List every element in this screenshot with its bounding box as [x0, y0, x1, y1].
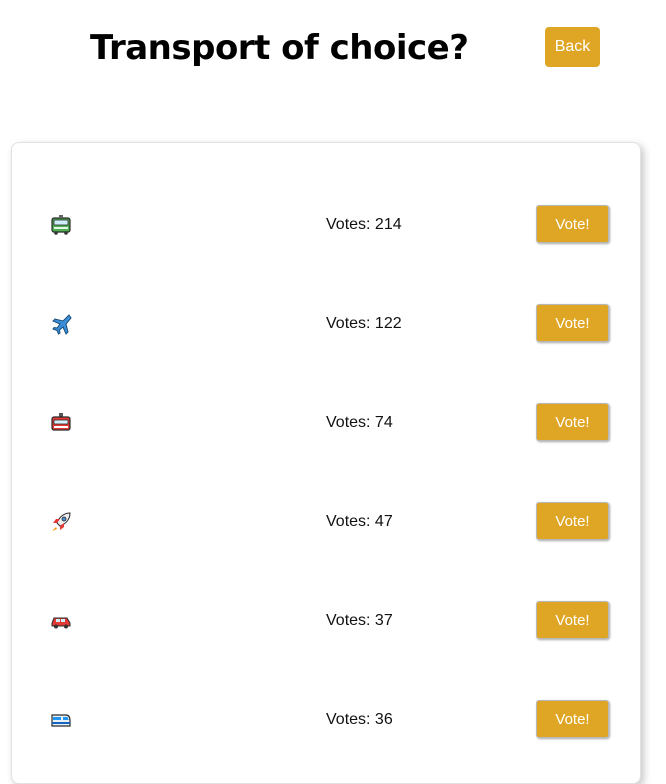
vote-button[interactable]: Vote!: [536, 502, 609, 540]
car-icon: [49, 609, 73, 633]
vote-button[interactable]: Vote!: [536, 205, 609, 243]
bus-icon: [49, 213, 73, 237]
rocket-icon: [49, 510, 73, 534]
page-title: Transport of choice?: [90, 28, 469, 68]
tram-car-icon: [49, 411, 73, 435]
option-row: Votes: 47 Vote!: [12, 454, 640, 553]
vote-count: Votes: 122: [326, 315, 402, 332]
airplane-icon: [49, 312, 73, 336]
vote-count: Votes: 214: [326, 216, 402, 233]
vote-count: Votes: 36: [326, 711, 393, 728]
option-row: Votes: 37 Vote!: [12, 553, 640, 652]
back-button[interactable]: Back: [545, 27, 600, 67]
vote-count: Votes: 74: [326, 414, 393, 431]
option-row: Votes: 214 Vote!: [12, 157, 640, 256]
vote-count: Votes: 37: [326, 612, 393, 629]
option-row: Votes: 36 Vote!: [12, 652, 640, 751]
vote-button[interactable]: Vote!: [536, 403, 609, 441]
vote-count: Votes: 47: [326, 513, 393, 530]
option-row: Votes: 122 Vote!: [12, 256, 640, 355]
header: Transport of choice? Back: [0, 0, 666, 100]
vote-button[interactable]: Vote!: [536, 700, 609, 738]
options-card: Votes: 214 Vote! Votes: 122 Vote! Votes:…: [11, 142, 641, 784]
option-row: Votes: 74 Vote!: [12, 355, 640, 454]
vote-button[interactable]: Vote!: [536, 601, 609, 639]
train-icon: [49, 708, 73, 732]
vote-button[interactable]: Vote!: [536, 304, 609, 342]
